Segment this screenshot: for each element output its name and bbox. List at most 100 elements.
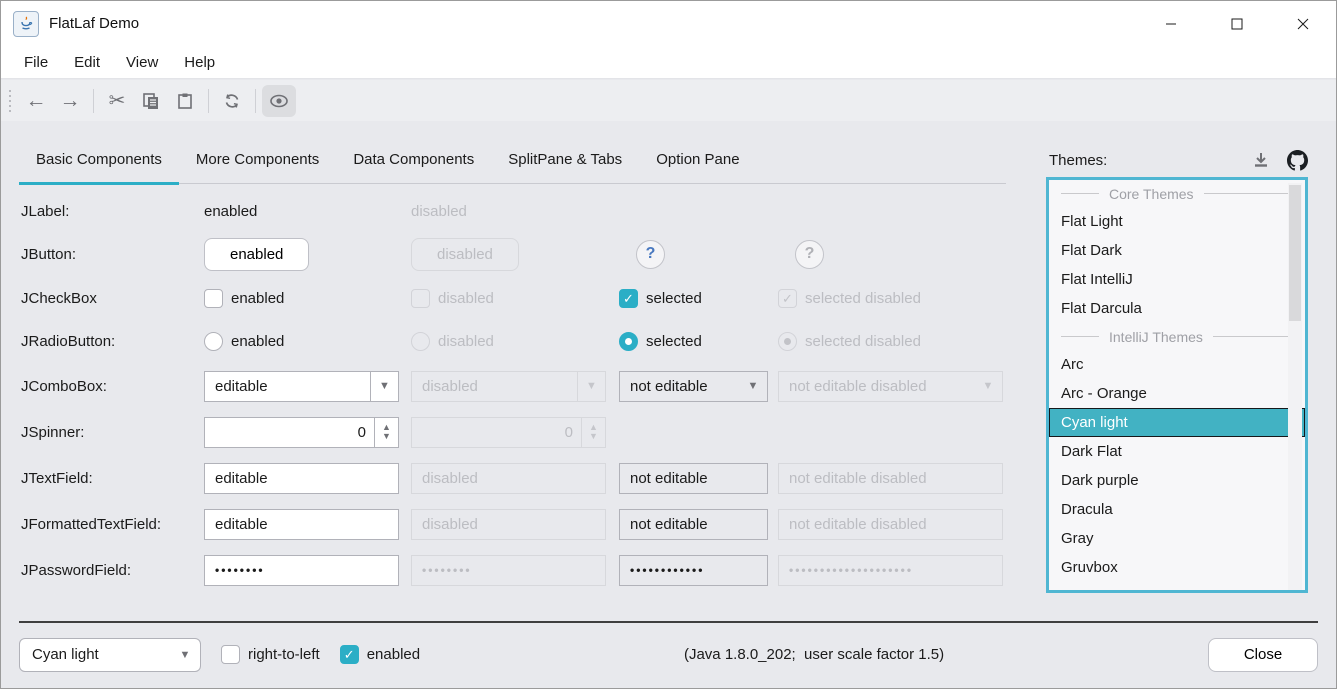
combobox-editable[interactable]: editable▼: [204, 371, 399, 402]
radio-disabled: [411, 332, 430, 351]
chevron-down-icon[interactable]: ▼: [370, 372, 398, 401]
menu-file[interactable]: File: [11, 50, 61, 75]
theme-item-flat-darcula[interactable]: Flat Darcula: [1049, 294, 1305, 323]
menu-edit[interactable]: Edit: [61, 50, 113, 75]
copy-icon[interactable]: [134, 85, 168, 117]
toolbar-separator: [93, 89, 94, 113]
combobox-disabled: disabled▼: [411, 371, 606, 402]
help-button[interactable]: ?: [636, 240, 665, 269]
passwordfield-editable[interactable]: ••••••••: [204, 555, 399, 586]
row-label: JFormattedTextField:: [21, 516, 204, 533]
java-app-icon: [13, 11, 39, 37]
tab-more-components[interactable]: More Components: [179, 141, 336, 184]
checkbox-label: selected disabled: [805, 290, 921, 307]
row-label: JButton:: [21, 246, 204, 263]
tab-option-pane[interactable]: Option Pane: [639, 141, 756, 184]
spinner-arrows-icon[interactable]: ▲▼: [374, 418, 398, 447]
row-label: JSpinner:: [21, 424, 204, 441]
row-label: JComboBox:: [21, 378, 204, 395]
theme-item-flat-dark[interactable]: Flat Dark: [1049, 236, 1305, 265]
title-bar: FlatLaf Demo: [1, 1, 1336, 46]
formatted-textfield-not-editable: not editable: [619, 509, 768, 540]
row-label: JTextField:: [21, 470, 204, 487]
row-label: JLabel:: [21, 203, 204, 220]
jcombobox-row: JComboBox: editable▼ disabled▼ not edita…: [1, 363, 1011, 409]
chevron-down-icon: ▼: [577, 372, 605, 401]
back-icon[interactable]: ←: [19, 85, 53, 117]
theme-item-gruvbox[interactable]: Gruvbox: [1049, 553, 1305, 582]
checkbox-disabled: [411, 289, 430, 308]
menu-help[interactable]: Help: [171, 50, 228, 75]
formatted-textfield-disabled: disabled: [411, 509, 606, 540]
scrollbar-thumb[interactable]: [1289, 185, 1301, 321]
right-to-left-label: right-to-left: [248, 646, 320, 663]
row-label: JCheckBox: [21, 290, 204, 307]
textfield-not-editable-disabled: not editable disabled: [778, 463, 1003, 494]
theme-item-arc[interactable]: Arc: [1049, 350, 1305, 379]
formatted-textfield-not-editable-disabled: not editable disabled: [778, 509, 1003, 540]
jformattedtextfield-row: JFormattedTextField: editable disabled n…: [1, 501, 1011, 547]
jlabel-disabled: disabled: [411, 203, 467, 220]
refresh-icon[interactable]: [215, 85, 249, 117]
jtextfield-row: JTextField: editable disabled not editab…: [1, 455, 1011, 501]
download-icon[interactable]: [1250, 149, 1272, 171]
flatlaf-demo-window: FlatLaf Demo File Edit View Help ← → ✂: [0, 0, 1337, 689]
theme-item-gray[interactable]: Gray: [1049, 524, 1305, 553]
tab-basic-components[interactable]: Basic Components: [19, 141, 179, 184]
checkbox-selected-disabled: ✓: [778, 289, 797, 308]
menu-view[interactable]: View: [113, 50, 171, 75]
toolbar-grip[interactable]: [9, 90, 11, 112]
close-button[interactable]: Close: [1208, 638, 1318, 672]
jbutton-row: JButton: enabled disabled ? ?: [1, 231, 1011, 277]
theme-item-flat-intellij[interactable]: Flat IntelliJ: [1049, 265, 1305, 294]
maximize-button[interactable]: [1204, 1, 1270, 46]
spinner-enabled[interactable]: 0▲▼: [204, 417, 399, 448]
theme-item-cyan-light[interactable]: Cyan light: [1049, 408, 1305, 437]
radio-selected[interactable]: [619, 332, 638, 351]
formatted-textfield-editable[interactable]: editable: [204, 509, 399, 540]
theme-selector-combobox[interactable]: Cyan light ▼: [19, 638, 201, 672]
tab-data-components[interactable]: Data Components: [336, 141, 491, 184]
enabled-checkbox-label: enabled: [367, 646, 420, 663]
combobox-not-editable-disabled: not editable disabled▼: [778, 371, 1003, 402]
disabled-button: disabled: [411, 238, 519, 271]
jcheckbox-row: JCheckBox enabled disabled ✓selected ✓se…: [1, 277, 1011, 320]
spinner-arrows-icon: ▲▼: [581, 418, 605, 447]
close-window-button[interactable]: [1270, 1, 1336, 46]
chevron-down-icon[interactable]: ▼: [739, 372, 767, 401]
minimize-button[interactable]: [1138, 1, 1204, 46]
checkbox-label: disabled: [438, 290, 494, 307]
themes-header: Themes:: [1049, 147, 1308, 173]
enabled-checkbox[interactable]: ✓: [340, 645, 359, 664]
jspinner-row: JSpinner: 0▲▼ 0▲▼: [1, 409, 1011, 455]
theme-item-flat-light[interactable]: Flat Light: [1049, 207, 1305, 236]
spinner-disabled: 0▲▼: [411, 417, 606, 448]
paste-icon[interactable]: [168, 85, 202, 117]
themes-list[interactable]: Core Themes Flat Light Flat Dark Flat In…: [1046, 177, 1308, 593]
radio-label: enabled: [231, 333, 284, 350]
theme-item-dark-flat[interactable]: Dark Flat: [1049, 437, 1305, 466]
passwordfield-not-editable: ••••••••••••: [619, 555, 768, 586]
theme-item-arc-orange[interactable]: Arc - Orange: [1049, 379, 1305, 408]
cut-icon[interactable]: ✂: [100, 85, 134, 117]
checkbox-enabled[interactable]: [204, 289, 223, 308]
checkbox-label: selected: [646, 290, 702, 307]
radio-enabled[interactable]: [204, 332, 223, 351]
github-icon[interactable]: [1286, 149, 1308, 171]
tab-splitpane-tabs[interactable]: SplitPane & Tabs: [491, 141, 639, 184]
chevron-down-icon[interactable]: ▼: [170, 649, 200, 661]
checkbox-selected[interactable]: ✓: [619, 289, 638, 308]
forward-icon[interactable]: →: [53, 85, 87, 117]
show-hide-eye-icon[interactable]: [262, 85, 296, 117]
enabled-button[interactable]: enabled: [204, 238, 309, 271]
textfield-editable[interactable]: editable: [204, 463, 399, 494]
right-to-left-checkbox[interactable]: [221, 645, 240, 664]
combobox-not-editable[interactable]: not editable▼: [619, 371, 768, 402]
theme-item-dark-purple[interactable]: Dark purple: [1049, 466, 1305, 495]
radio-label: disabled: [438, 333, 494, 350]
jpasswordfield-row: JPasswordField: •••••••• •••••••• ••••••…: [1, 547, 1011, 593]
theme-item-dracula[interactable]: Dracula: [1049, 495, 1305, 524]
themes-section-header: IntelliJ Themes: [1049, 323, 1305, 350]
toolbar: ← → ✂: [1, 80, 1336, 121]
themes-scrollbar[interactable]: [1288, 183, 1302, 593]
